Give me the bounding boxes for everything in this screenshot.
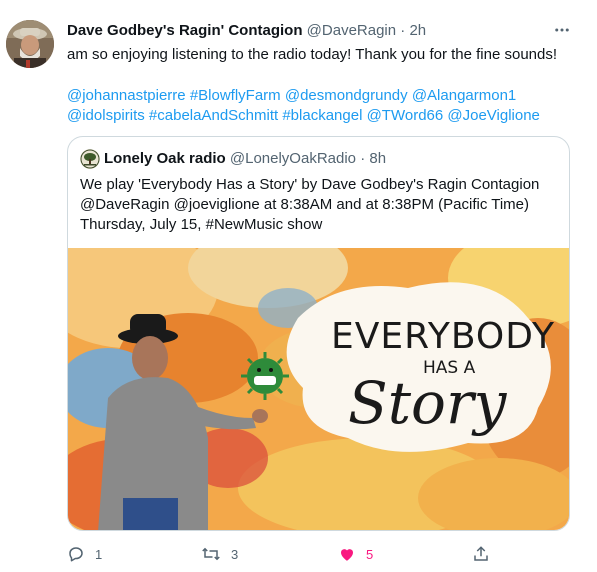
retweet-icon <box>202 547 220 561</box>
hashtag-link[interactable]: #blackangel <box>282 107 362 124</box>
like-button[interactable]: 5 <box>338 540 373 568</box>
quoted-media-image[interactable]: EVERYBODY HAS A Story <box>68 228 569 530</box>
reply-icon <box>69 547 83 562</box>
separator-dot: · <box>360 150 366 167</box>
mention-link[interactable]: @idolspirits <box>67 107 145 124</box>
heart-icon <box>341 549 353 561</box>
quoted-avatar[interactable] <box>80 149 100 169</box>
everybody-has-a-story-artwork: EVERYBODY HAS A Story <box>68 228 569 530</box>
handle[interactable]: @DaveRagin <box>307 22 396 39</box>
separator-dot: · <box>400 22 406 39</box>
quoted-header: Lonely Oak radio @LonelyOakRadio · 8h <box>104 149 386 169</box>
artwork-title-line3: Story <box>348 369 508 437</box>
share-button[interactable] <box>472 540 490 568</box>
tweet-mentions: @johannastpierre #BlowflyFarm @desmondgr… <box>67 86 577 126</box>
reply-button[interactable]: 1 <box>67 540 102 568</box>
hashtag-link[interactable]: #cabelaAndSchmitt <box>149 107 278 124</box>
mention-link[interactable]: @TWord66 <box>367 107 444 124</box>
mention-link[interactable]: @Alangarmon1 <box>412 87 516 104</box>
quoted-handle[interactable]: @LonelyOakRadio <box>230 150 356 167</box>
mention-link[interactable]: @desmondgrundy <box>285 87 408 104</box>
display-name[interactable]: Dave Godbey's Ragin' Contagion <box>67 22 303 39</box>
mention-link[interactable]: @johannastpierre <box>67 87 186 104</box>
retweet-button[interactable]: 3 <box>201 540 238 568</box>
reply-count: 1 <box>95 546 103 562</box>
artwork-title-line1: EVERYBODY <box>331 316 555 357</box>
tweet-text: am so enjoying listening to the radio to… <box>67 46 558 63</box>
retweet-count: 3 <box>231 546 239 562</box>
more-button[interactable] <box>548 16 576 44</box>
mention-link[interactable]: @JoeViglione <box>447 107 540 124</box>
tweet[interactable]: Dave Godbey's Ragin' Contagion @DaveRagi… <box>0 0 597 572</box>
quoted-text: We play 'Everybody Has a Story' by Dave … <box>80 176 540 233</box>
quoted-display-name[interactable]: Lonely Oak radio <box>104 150 226 167</box>
timestamp[interactable]: 2h <box>409 22 426 39</box>
tweet-header: Dave Godbey's Ragin' Contagion @DaveRagi… <box>67 22 426 39</box>
quoted-tweet[interactable]: Lonely Oak radio @LonelyOakRadio · 8h We… <box>67 136 570 531</box>
more-icon <box>555 28 569 32</box>
oak-tree-logo <box>80 149 100 169</box>
avatar-photo <box>6 20 54 68</box>
hashtag-link[interactable]: #BlowflyFarm <box>190 87 281 104</box>
action-bar: 1 3 5 <box>0 540 597 568</box>
like-count: 5 <box>366 546 374 562</box>
share-icon <box>474 546 488 561</box>
avatar[interactable] <box>6 20 54 68</box>
quoted-timestamp[interactable]: 8h <box>369 150 386 167</box>
